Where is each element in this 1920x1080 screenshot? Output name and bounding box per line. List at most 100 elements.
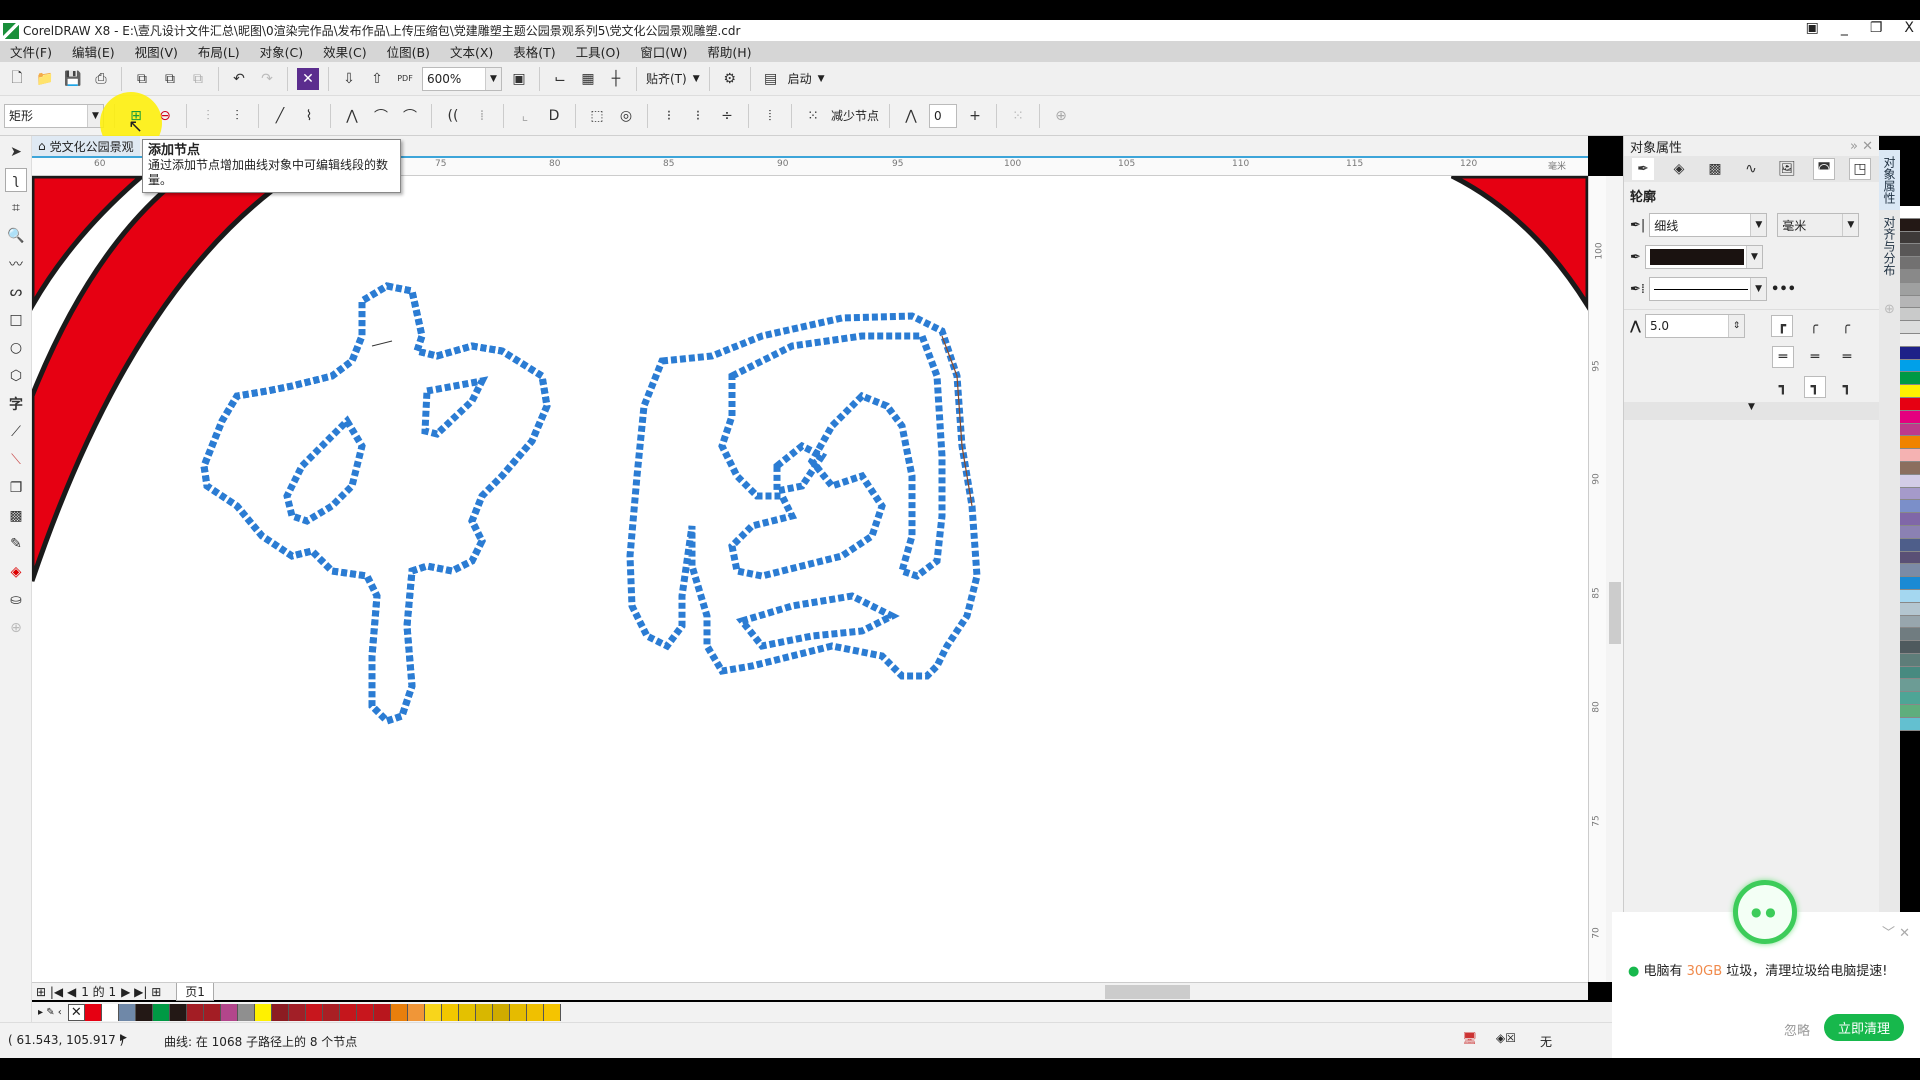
color-swatch[interactable]: [254, 1003, 272, 1021]
color-swatch[interactable]: [1900, 628, 1920, 642]
page-first-icon[interactable]: ⊞ |◀ ◀: [36, 985, 76, 999]
menu-edit[interactable]: 编辑(E): [62, 42, 125, 61]
color-swatch[interactable]: [1900, 397, 1920, 411]
line-style-combo[interactable]: ▼: [1649, 277, 1768, 301]
vertical-ruler[interactable]: 100 95 90 85 80 75 70: [1588, 176, 1606, 982]
rotate-nodes-icon[interactable]: ◎: [615, 105, 637, 127]
notification-close-icon[interactable]: ﹀ ✕: [1882, 922, 1910, 941]
menu-table[interactable]: 表格(T): [503, 42, 565, 61]
ellipse-tool-icon[interactable]: ○: [5, 336, 27, 360]
text-tool-icon[interactable]: 字: [5, 392, 27, 416]
drop-shadow-icon[interactable]: ❐: [5, 476, 27, 500]
zoom-level-combo[interactable]: 600% ▼: [422, 66, 502, 91]
rectangle-tool-icon[interactable]: □: [5, 308, 27, 332]
options-gear-icon[interactable]: ⚙: [719, 68, 741, 90]
expand-section-button[interactable]: ▼: [1624, 402, 1879, 420]
menu-object[interactable]: 对象(C): [250, 42, 313, 61]
vertical-scroll-thumb[interactable]: [1609, 582, 1621, 644]
page-tab[interactable]: 页1: [176, 982, 214, 1001]
color-swatch[interactable]: [1900, 359, 1920, 373]
freehand-tool-icon[interactable]: 〰: [5, 252, 27, 276]
assistant-face-icon[interactable]: ● ●: [1733, 880, 1797, 944]
interactive-fill-icon[interactable]: ◈: [5, 560, 27, 584]
palette-menu-icon[interactable]: ▸ ✎ ‹: [38, 1007, 62, 1018]
add-tool-icon[interactable]: ⊕: [5, 616, 27, 640]
smart-fill-icon[interactable]: ⛀: [5, 588, 27, 612]
color-swatch[interactable]: [509, 1003, 527, 1021]
center-position-icon[interactable]: ┓: [1804, 376, 1826, 398]
color-swatch[interactable]: [1900, 615, 1920, 629]
minimize-button[interactable]: _: [1841, 20, 1848, 36]
boundary-nodes-icon[interactable]: ⁙: [1007, 105, 1029, 127]
outline-units-combo[interactable]: 毫米 ▼: [1777, 213, 1860, 237]
close-curve-icon[interactable]: D: [543, 105, 565, 127]
color-swatch[interactable]: [407, 1003, 425, 1021]
extract-subpath-icon[interactable]: ⌞: [514, 105, 536, 127]
color-swatch[interactable]: [1900, 538, 1920, 552]
color-swatch[interactable]: [135, 1003, 153, 1021]
reduce-nodes-button[interactable]: 减少节点: [831, 107, 879, 124]
color-swatch[interactable]: [84, 1003, 102, 1021]
color-swatch[interactable]: [101, 1003, 119, 1021]
color-swatch[interactable]: [1900, 231, 1920, 245]
shape-tool-icon[interactable]: ʅ: [5, 168, 27, 192]
rulers-icon[interactable]: ⌙: [549, 68, 571, 90]
zoom-tool-icon[interactable]: 🔍: [5, 224, 27, 248]
artistic-media-icon[interactable]: ᔕ: [5, 280, 27, 304]
color-swatch[interactable]: [186, 1003, 204, 1021]
color-swatch[interactable]: [1900, 564, 1920, 578]
outline-width-combo[interactable]: 细线 ▼: [1649, 213, 1768, 237]
document-tab[interactable]: ⌂ 党文化公园景观: [32, 136, 140, 156]
open-icon[interactable]: 📁: [34, 68, 56, 90]
menu-help[interactable]: 帮助(H): [697, 42, 761, 61]
color-swatch[interactable]: [441, 1003, 459, 1021]
connector-tool-icon[interactable]: ⟍: [5, 448, 27, 472]
color-swatch[interactable]: [1900, 410, 1920, 424]
search-content-icon[interactable]: ✕: [297, 67, 319, 90]
elastic-mode-icon[interactable]: ⦙: [759, 105, 781, 127]
color-swatch[interactable]: [1900, 282, 1920, 296]
pick-tool-icon[interactable]: ➤: [5, 140, 27, 164]
color-swatch[interactable]: [1900, 525, 1920, 539]
color-swatch[interactable]: [118, 1003, 136, 1021]
cut-icon[interactable]: ⧉: [131, 68, 153, 90]
drawing-canvas[interactable]: [32, 176, 1588, 982]
color-swatch[interactable]: [1900, 449, 1920, 462]
vertical-scrollbar[interactable]: [1606, 176, 1623, 982]
color-swatch[interactable]: [339, 1003, 357, 1021]
polygon-tool-icon[interactable]: ⬡: [5, 364, 27, 388]
crop-tool-icon[interactable]: ⌗: [5, 196, 27, 220]
print-icon[interactable]: ⎙: [90, 68, 112, 90]
color-swatch[interactable]: [1900, 474, 1920, 488]
add-toolbar-icon[interactable]: ⊕: [1050, 105, 1072, 127]
transparency-icon[interactable]: ▩: [5, 504, 27, 528]
break-curve-icon[interactable]: ⫶: [226, 105, 248, 127]
docker-close-icon[interactable]: » ✕: [1850, 139, 1873, 154]
color-swatch[interactable]: [1900, 385, 1920, 398]
import-icon[interactable]: ⇩: [338, 68, 360, 90]
color-swatch[interactable]: [203, 1003, 221, 1021]
color-swatch[interactable]: [1900, 500, 1920, 514]
no-color-swatch[interactable]: ✕: [67, 1003, 85, 1021]
redo-icon[interactable]: ↷: [256, 68, 278, 90]
color-swatch[interactable]: [1900, 333, 1920, 347]
horizontal-reflect-icon[interactable]: ⁝: [687, 105, 709, 127]
color-swatch[interactable]: [152, 1003, 170, 1021]
status-expand-icon[interactable]: ▶: [120, 1033, 127, 1043]
color-swatch[interactable]: [1900, 257, 1920, 270]
color-swatch[interactable]: [169, 1003, 187, 1021]
color-swatch[interactable]: [237, 1003, 255, 1021]
align-nodes-icon[interactable]: ⁝: [658, 105, 680, 127]
color-swatch[interactable]: [1900, 717, 1920, 731]
color-swatch[interactable]: [1900, 602, 1920, 616]
color-swatch[interactable]: [1900, 436, 1920, 450]
new-document-icon[interactable]: 🗋: [6, 68, 28, 90]
color-swatch[interactable]: [1900, 589, 1920, 603]
outline-color-picker[interactable]: ▼: [1644, 245, 1763, 269]
bevel-corner-icon[interactable]: ╭: [1835, 315, 1857, 337]
docker-tab-object-properties[interactable]: 对象属性: [1879, 150, 1900, 210]
color-swatch[interactable]: [1900, 346, 1920, 360]
outline-tab-icon[interactable]: ✒: [1632, 158, 1654, 180]
color-swatch[interactable]: [1900, 551, 1920, 565]
color-swatch[interactable]: [1900, 705, 1920, 718]
